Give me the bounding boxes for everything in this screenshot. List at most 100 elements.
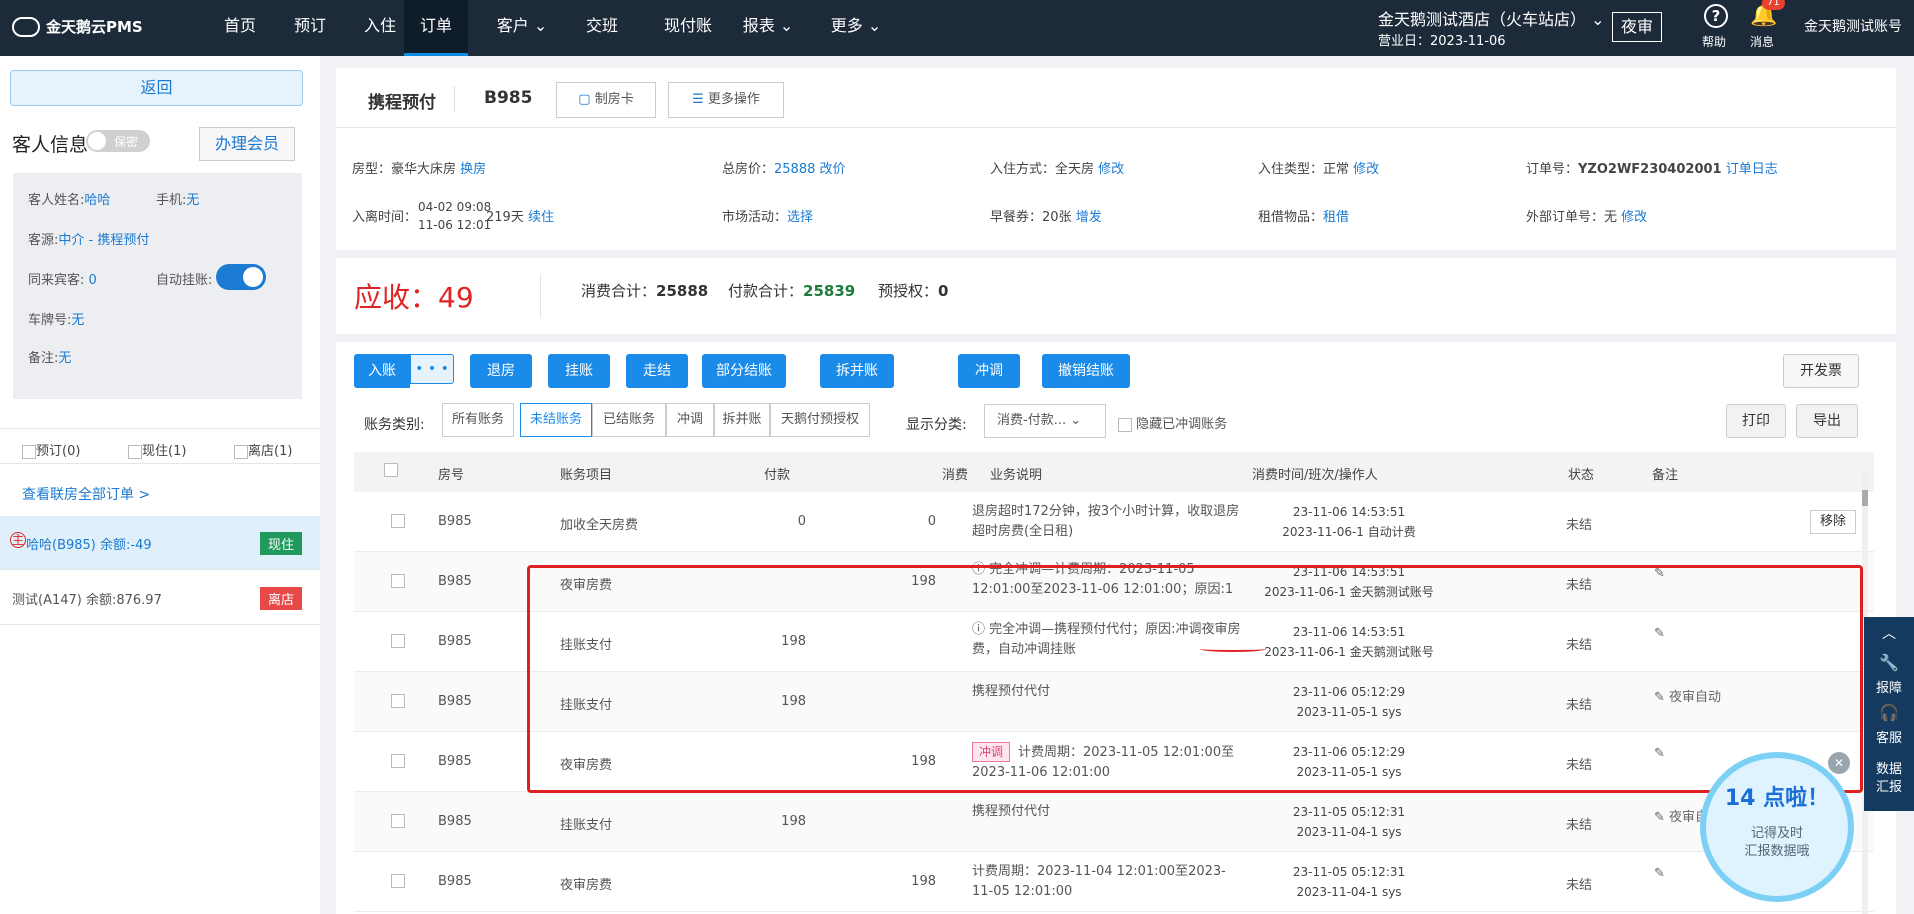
more-operations-button[interactable]: ☰ 更多操作 [668,82,784,118]
customer-service-button[interactable]: 客服 [1864,727,1914,746]
preauth-total: 预授权：0 [878,282,949,300]
row-checkbox[interactable] [391,574,405,588]
row-checkbox[interactable] [391,874,405,888]
action-button[interactable]: 挂账 [548,354,610,388]
row-room: B985 [438,574,472,589]
nav-item[interactable]: 入住 [352,0,408,56]
action-button[interactable]: 退房 [470,354,532,388]
filter-in-house[interactable]: 现住(1) [128,440,186,459]
filter-checked-out[interactable]: 离店(1) [234,440,292,459]
checkbox[interactable] [234,444,248,459]
billing-tab[interactable]: 所有账务 [442,403,514,437]
row-payment: 0 [797,514,806,529]
report-issue-button[interactable]: 报障 [1864,677,1914,696]
source-field: 客源:中介 - 携程预付 [28,233,150,248]
modify-link[interactable]: 修改 [1353,162,1379,177]
action-button[interactable]: 走结 [626,354,688,388]
checkbox[interactable] [128,444,142,459]
card-icon: ▢ [578,92,591,107]
help-icon[interactable]: ? [1704,4,1728,28]
billing-tab[interactable]: 已结账务 [592,403,666,437]
promo-title: 14 点啦！ [1724,786,1830,811]
row-time: 23-11-05 05:12:31 2023-11-04-1 sys [1292,805,1406,839]
action-button[interactable]: 部分结账 [702,354,786,388]
checkbox[interactable] [1118,417,1132,432]
close-icon[interactable]: ✕ [1828,752,1850,774]
display-category-select[interactable]: 消费-付款... ⌄ [984,404,1106,438]
post-entry-button[interactable]: 入账 [354,354,410,388]
nav-item[interactable]: 现付账 [652,0,724,56]
billing-tab[interactable]: 冲调 [666,403,714,437]
divider [540,274,541,318]
row-checkbox[interactable] [391,514,405,528]
print-button[interactable]: 打印 [1726,404,1786,438]
become-member-button[interactable]: 办理会员 [199,127,295,161]
row-time: 23-11-05 05:12:31 2023-11-04-1 sys [1292,865,1406,899]
row-checkbox[interactable] [391,754,405,768]
brand-logo[interactable]: 金天鹅云PMS [12,16,143,37]
checkbox[interactable] [22,444,36,459]
remove-button[interactable]: 移除 [1810,510,1856,534]
row-checkbox[interactable] [391,634,405,648]
right-tool-bar: ︿ 🔧 报障 🎧 客服 数据汇报 [1864,617,1914,811]
night-audit-button[interactable]: 夜审 [1612,12,1662,42]
messages-label: 消息 [1750,35,1775,49]
status-badge: 现住 [259,532,302,555]
nav-item[interactable]: 交班 [574,0,630,56]
billing-tab[interactable]: 拆并账 [714,403,770,437]
back-button[interactable]: 返回 [10,70,303,106]
filter-reserved[interactable]: 预订(0) [22,440,80,459]
billing-tab[interactable]: 天鹅付预授权 [770,403,870,437]
scrollbar-thumb[interactable] [1862,490,1868,506]
change-price-link[interactable]: 改价 [820,162,846,177]
action-button[interactable]: 拆并账 [820,354,894,388]
nav-item[interactable]: 客户 ⌄ [486,0,558,56]
export-button[interactable]: 导出 [1796,404,1858,438]
nav-item[interactable]: 报表 ⌄ [732,0,804,56]
billing-tab[interactable]: 未结账务 [520,403,592,437]
guest-list-item[interactable]: 主 哈哈(B985) 余额:-49 现住 [0,516,320,570]
modify-link[interactable]: 修改 [1621,210,1647,225]
nav-item[interactable]: 首页 [212,0,268,56]
edit-note-icon[interactable]: ✎ [1654,866,1665,881]
row-description: 携程预付代付 [972,804,1051,819]
action-button[interactable]: 冲调 [958,354,1020,388]
status-badge: 离店 [259,587,302,610]
row-consumption: 198 [911,874,936,889]
change-room-link[interactable]: 换房 [460,162,486,177]
account-menu[interactable]: 金天鹅测试账号 [1804,16,1902,36]
rental-link[interactable]: 租借 [1323,210,1349,225]
extend-stay-link[interactable]: 续住 [528,210,554,225]
nav-item[interactable]: 预订 [282,0,338,56]
make-room-card-button[interactable]: ▢ 制房卡 [556,82,656,118]
hide-adjusted-checkbox[interactable]: 隐藏已冲调账务 [1118,413,1227,432]
hotel-selector[interactable]: 金天鹅测试酒店（火车站店） ⌄ [1378,6,1605,30]
chevron-up-icon[interactable]: ︿ [1864,623,1914,643]
table-row[interactable]: B985 加收全天房费 0 0 退房超时172分钟，按3个小时计算，收取退房超时房费(全… [354,492,1874,552]
table-row[interactable]: B985 夜审房费 198 计费周期：2023-11-04 12:01:00至2023… [354,852,1874,912]
guest-list-item[interactable]: 测试(A147) 余额:876.97 离店 [0,571,320,625]
row-room: B985 [438,754,472,769]
auto-hang-switch[interactable] [216,264,266,290]
nav-item[interactable]: 订单 [404,0,468,56]
action-button[interactable]: 撤销结账 [1042,354,1130,388]
view-all-linked-orders-link[interactable]: 查看联房全部订单 > [22,484,150,504]
privacy-toggle[interactable]: 保密 [86,130,150,152]
col-description: 业务说明 [990,468,1043,483]
row-checkbox[interactable] [391,694,405,708]
row-checkbox[interactable] [391,814,405,828]
reminder-promo[interactable]: 14 点啦！ 记得及时 汇报数据哦 [1700,752,1854,902]
order-log-link[interactable]: 订单日志 [1726,162,1778,177]
entry-more-button[interactable]: • • • [410,354,454,384]
data-report-button[interactable]: 数据汇报 [1871,761,1907,797]
select-activity-link[interactable]: 选择 [787,210,813,225]
modify-link[interactable]: 修改 [1098,162,1124,177]
checkbox[interactable] [384,462,398,477]
stay-time-range: 04-02 09:08 11-06 12:01 [418,200,492,232]
nav-item[interactable]: 更多 ⌄ [820,0,892,56]
select-all-checkbox[interactable] [384,462,398,477]
plate-field: 车牌号:无 [28,313,85,328]
table-row[interactable]: B985 挂账支付 198 携程预付代付 23-11-05 05:12:31 2023-1… [354,792,1874,852]
add-breakfast-link[interactable]: 增发 [1076,210,1102,225]
issue-invoice-button[interactable]: 开发票 [1783,354,1859,388]
